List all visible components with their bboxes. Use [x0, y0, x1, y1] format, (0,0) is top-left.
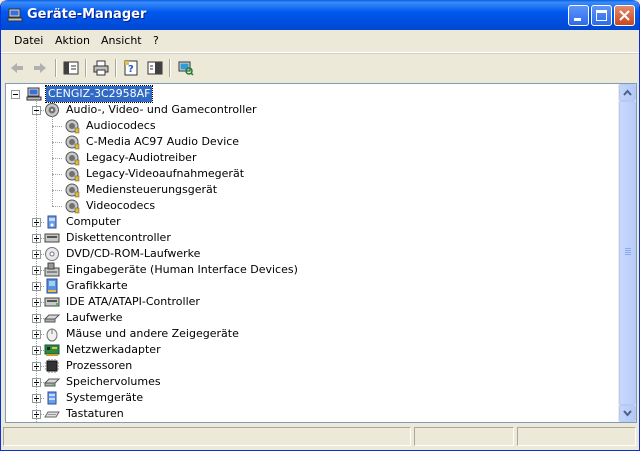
- chevron-down-icon: [623, 410, 632, 417]
- menu-aktion[interactable]: Aktion: [51, 34, 94, 47]
- toolbar-separator: [85, 59, 87, 77]
- tree-node-label: Videocodecs: [86, 199, 156, 212]
- floppy-controller-icon: [44, 230, 60, 246]
- tree-node-label: Audio-, Video- und Gamecontroller: [66, 103, 257, 116]
- device-manager-icon: [7, 7, 23, 23]
- cdrom-icon: [44, 246, 60, 262]
- menu-datei[interactable]: Datei: [10, 34, 47, 47]
- menu-help[interactable]: ?: [149, 34, 163, 47]
- toolbar-separator: [169, 59, 171, 77]
- svg-text:?: ?: [128, 64, 134, 75]
- tree-node-label: Grafikkarte: [66, 279, 128, 292]
- close-button[interactable]: [614, 5, 635, 26]
- minimize-button[interactable]: [568, 5, 589, 26]
- status-panel-main: [3, 427, 411, 446]
- back-arrow-icon: [11, 63, 23, 73]
- tree-node-label: Laufwerke: [66, 311, 123, 324]
- toolbar-separator: [55, 59, 57, 77]
- properties-button[interactable]: ?: [120, 57, 142, 79]
- status-bar: [1, 424, 639, 450]
- vertical-scrollbar[interactable]: [618, 84, 636, 422]
- minimize-icon: [574, 18, 581, 21]
- back-button[interactable]: [6, 57, 28, 79]
- audio-device-icon: [64, 118, 80, 134]
- scan-hardware-button[interactable]: [175, 57, 197, 79]
- tree-node-label: Diskettencontroller: [66, 231, 171, 244]
- close-icon: [619, 10, 630, 21]
- tree-node-label: C-Media AC97 Audio Device: [86, 135, 240, 148]
- scan-hardware-icon: [178, 61, 194, 76]
- computer-icon: [44, 214, 60, 230]
- help-icon: [147, 61, 163, 75]
- tree-node-label: Tastaturen: [66, 407, 124, 420]
- tree-connector-line: [52, 158, 62, 159]
- help-button[interactable]: [144, 57, 166, 79]
- maximize-button[interactable]: [591, 5, 612, 26]
- tree-node-label: Computer: [66, 215, 121, 228]
- tree-connector-line: [52, 116, 53, 206]
- tree-connector-line: [52, 126, 62, 127]
- computer-root-icon: [26, 86, 42, 102]
- scroll-thumb[interactable]: [619, 101, 636, 405]
- processor-icon: [44, 358, 60, 374]
- mouse-icon: [44, 326, 60, 342]
- audio-device-icon: [64, 198, 80, 214]
- status-panel-2: [414, 427, 514, 446]
- tree-node-label: Audiocodecs: [86, 119, 156, 132]
- scroll-up-button[interactable]: [619, 84, 636, 101]
- tree-node-label: DVD/CD-ROM-Laufwerke: [66, 247, 201, 260]
- tree-node-label: IDE ATA/ATAPI-Controller: [66, 295, 200, 308]
- collapse-minus-icon[interactable]: [11, 90, 20, 99]
- keyboard-icon: [44, 406, 60, 422]
- tree-node-label: Prozessoren: [66, 359, 133, 372]
- tree-connector-line: [52, 190, 62, 191]
- forward-button[interactable]: [29, 57, 51, 79]
- tree-node-label: Speichervolumes: [66, 375, 161, 388]
- tree-node-label: Netzwerkadapter: [66, 343, 161, 356]
- audio-device-icon: [64, 150, 80, 166]
- title-bar[interactable]: Geräte-Manager: [1, 0, 639, 30]
- scroll-down-button[interactable]: [619, 405, 636, 422]
- tree-node-label: CENGIZ-3C2958AF: [44, 85, 154, 103]
- menu-ansicht[interactable]: Ansicht: [97, 34, 146, 47]
- print-icon: [93, 60, 109, 76]
- console-tree-button[interactable]: [60, 57, 82, 79]
- storage-volume-icon: [43, 374, 61, 390]
- console-tree-icon: [63, 61, 79, 75]
- forward-arrow-icon: [34, 63, 46, 73]
- tree-node-label: Eingabegeräte (Human Interface Devices): [66, 263, 298, 276]
- system-devices-icon: [44, 390, 60, 406]
- tree-node-label: Legacy-Audiotreiber: [86, 151, 197, 164]
- maximize-icon: [596, 10, 607, 21]
- ide-controller-icon: [44, 294, 60, 310]
- audio-device-icon: [64, 166, 80, 182]
- tree-connector-line: [36, 100, 37, 422]
- tree-node-label: Mäuse und andere Zeigegeräte: [66, 327, 239, 340]
- audio-device-icon: [64, 182, 80, 198]
- toolbar: ?: [1, 53, 639, 81]
- properties-icon: ?: [124, 60, 138, 76]
- tree-connector-line: [52, 142, 62, 143]
- tree-node-label: Mediensteuerungsgerät: [86, 183, 218, 196]
- network-adapter-icon: [44, 342, 60, 358]
- tree-node-label: Systemgeräte: [66, 391, 144, 404]
- device-tree[interactable]: CENGIZ-3C2958AF Audio-, Video- und Gameco…: [5, 83, 637, 423]
- print-button[interactable]: [90, 57, 112, 79]
- menu-bar: Datei Aktion Ansicht ?: [1, 30, 639, 53]
- status-panel-3: [517, 427, 636, 446]
- device-manager-window: Geräte-Manager Datei Aktion Ansicht ? ? …: [0, 0, 640, 451]
- tree-connector-line: [52, 206, 62, 207]
- window-title: Geräte-Manager: [27, 7, 147, 22]
- disk-drive-icon: [43, 310, 61, 326]
- tree-connector-line: [52, 174, 62, 175]
- tree-node-label: Legacy-Videoaufnahmegerät: [86, 167, 245, 180]
- chevron-up-icon: [623, 89, 632, 96]
- display-adapter-icon: [44, 278, 60, 294]
- hid-icon: [44, 262, 60, 278]
- audio-device-icon: [64, 134, 80, 150]
- toolbar-separator: [115, 59, 117, 77]
